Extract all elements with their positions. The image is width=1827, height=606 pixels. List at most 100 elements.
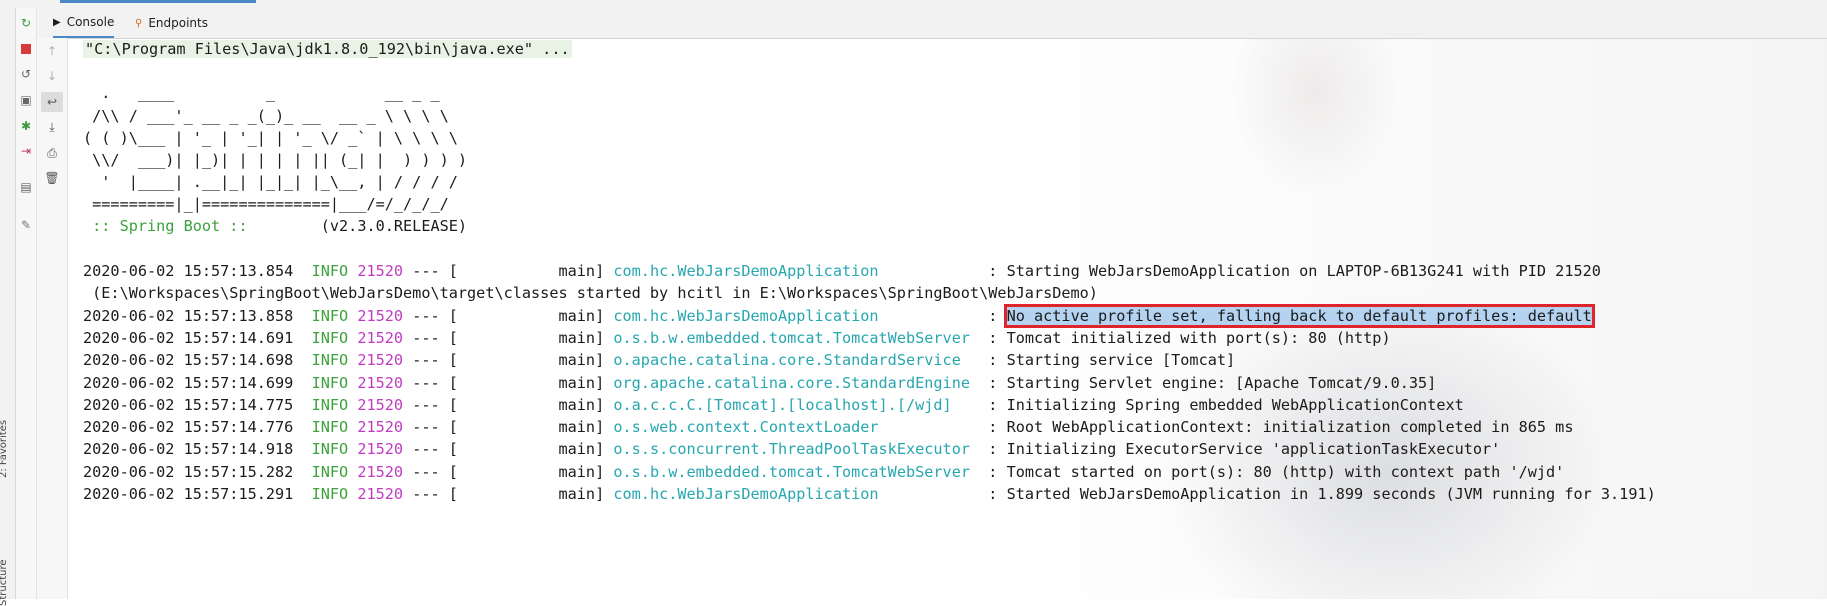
tab-endpoints[interactable]: ⚲ Endpoints [135,8,208,38]
log-logger: org.apache.catalina.core.StandardEngine [613,373,980,392]
log-separator: : [979,462,1007,481]
log-timestamp: 2020-06-02 15:57:15.291 [83,485,294,503]
log-level: INFO [311,373,349,392]
log-logger: o.s.b.w.embedded.tomcat.TomcatWebServer [613,462,980,481]
log-spacer [293,418,311,436]
log-pid: 21520 [357,418,404,437]
log-line: 2020-06-02 15:57:14.691 INFO 21520 --- [… [83,327,1391,349]
log-separator: : [979,440,1007,459]
active-window-accent [60,0,256,3]
highlighted-log-message: No active profile set, falling back to d… [1003,303,1595,328]
log-timestamp: 2020-06-02 15:57:14.776 [83,418,294,437]
banner-line: ' |____| .__|_| |_|_| |_\__, | / / / / [83,173,458,191]
log-line: 2020-06-02 15:57:13.854 INFO 21520 --- [… [83,260,1601,282]
log-thread: --- [ main] [403,462,614,481]
banner-line: ( ( )\___ | '_ | '_| | '_ \/ _` | \ \ \ … [83,129,458,147]
log-timestamp: 2020-06-02 15:57:14.699 [83,373,294,392]
log-timestamp: 2020-06-02 15:57:14.918 [83,440,294,459]
rerun-icon[interactable]: ↻ [17,14,35,32]
log-logger: o.a.c.c.C.[Tomcat].[localhost].[/wjd] [613,395,980,414]
log-spacer [348,329,357,347]
log-spacer [293,329,311,347]
log-level: INFO [311,485,349,503]
log-message: Initializing ExecutorService 'applicatio… [1006,440,1501,459]
log-timestamp: 2020-06-02 15:57:14.698 [83,351,294,370]
log-separator: : [979,306,1007,325]
log-line: 2020-06-02 15:57:14.918 INFO 21520 --- [… [83,438,1500,460]
log-logger: o.s.s.concurrent.ThreadPoolTaskExecutor [613,440,980,459]
banner-line: =========|_|==============|___/=/_/_/_/ [83,195,449,213]
log-spacer [348,351,357,369]
console-tab-bar: ▶ Console ⚲ Endpoints [37,8,1827,39]
print-icon[interactable]: ⎙ [43,144,61,162]
pin-icon[interactable]: ✎ [17,216,35,234]
log-thread: --- [ main] [403,306,614,325]
spring-boot-version: (v2.3.0.RELEASE) [256,217,468,235]
spring-boot-label: :: Spring Boot :: [83,217,257,235]
favorites-side-tab[interactable]: 2: Favorites [0,420,9,478]
log-spacer [293,262,311,280]
log-spacer [348,262,357,280]
structure-side-tab[interactable]: Structure [0,559,9,606]
log-message: Tomcat initialized with port(s): 80 (htt… [1006,328,1391,347]
log-spacer [348,307,357,325]
tab-console[interactable]: ▶ Console [53,8,115,38]
log-thread: --- [ main] [403,418,614,437]
log-level: INFO [311,351,349,370]
log-line: 2020-06-02 15:57:15.282 INFO 21520 --- [… [83,461,1564,483]
log-separator: : [979,262,1007,280]
tab-endpoints-label: Endpoints [148,16,208,30]
scroll-to-end-icon[interactable]: ⤓ [43,118,61,136]
log-continuation-line: (E:\Workspaces\SpringBoot\WebJarsDemo\ta… [83,282,1098,304]
log-timestamp: 2020-06-02 15:57:14.691 [83,328,294,347]
log-pid: 21520 [357,462,404,481]
console-toolbar: ↑ ↓ ↩ ⤓ ⎙ 🗑 [37,38,68,599]
log-spacer [348,485,357,503]
log-spacer [293,396,311,414]
console-icon: ▶ [53,16,61,28]
camera-icon[interactable]: ▣ [17,91,35,109]
console-output[interactable]: "C:\Program Files\Java\jdk1.8.0_192\bin\… [83,38,1827,599]
log-line: 2020-06-02 15:57:14.698 INFO 21520 --- [… [83,349,1235,371]
log-timestamp: 2020-06-02 15:57:13.858 [83,306,294,325]
log-pid: 21520 [357,306,404,325]
layout-icon[interactable]: ▤ [17,178,35,196]
log-timestamp: 2020-06-02 15:57:15.282 [83,462,294,481]
log-message: Initializing Spring embedded WebApplicat… [1006,395,1464,414]
log-continuation-text: (E:\Workspaces\SpringBoot\WebJarsDemo\ta… [83,284,1098,303]
log-thread: --- [ main] [403,328,614,347]
exit-icon[interactable]: ⇥ [17,142,35,160]
log-separator: : [979,395,1007,414]
scroll-down-icon[interactable]: ↓ [43,67,61,85]
clear-icon[interactable]: 🗑 [43,169,61,187]
log-thread: --- [ main] [403,262,614,280]
restore-layout-icon[interactable]: ↺ [17,65,35,83]
log-thread: --- [ main] [403,373,614,392]
log-line: 2020-06-02 15:57:15.291 INFO 21520 --- [… [83,483,1656,505]
log-timestamp: 2020-06-02 15:57:14.775 [83,395,294,414]
log-level: INFO [311,462,349,481]
scroll-up-icon[interactable]: ↑ [43,42,61,60]
log-logger: o.apache.catalina.core.StandardService [613,351,980,370]
banner-line: \\/ ___)| |_)| | | | | || (_| | ) ) ) ) [83,151,468,169]
log-spacer [348,374,357,392]
stop-icon[interactable] [17,40,35,58]
log-line: 2020-06-02 15:57:13.858 INFO 21520 --- [… [83,303,1595,328]
log-message: Starting service [Tomcat] [1006,351,1236,370]
log-spacer [293,440,311,458]
log-logger: o.s.b.w.embedded.tomcat.TomcatWebServer [613,328,980,347]
log-level: INFO [311,395,349,414]
banner-line: . ____ _ __ _ _ [83,84,440,102]
log-thread: --- [ main] [403,351,614,370]
endpoints-icon: ⚲ [135,17,143,29]
log-pid: 21520 [357,262,404,280]
log-spacer [348,463,357,481]
debug-icon[interactable]: ✱ [17,117,35,135]
log-level: INFO [311,440,349,459]
banner-line: /\\ / ___'_ __ _ _(_)_ __ __ _ \ \ \ \ [83,107,449,125]
soft-wrap-icon[interactable]: ↩ [41,92,63,112]
command-line: "C:\Program Files\Java\jdk1.8.0_192\bin\… [83,38,572,60]
log-logger: com.hc.WebJarsDemoApplication [613,485,980,503]
log-level: INFO [311,328,349,347]
run-toolbar: ↻ ↺ ▣ ✱ ⇥ ▤ ✎ [16,8,37,599]
